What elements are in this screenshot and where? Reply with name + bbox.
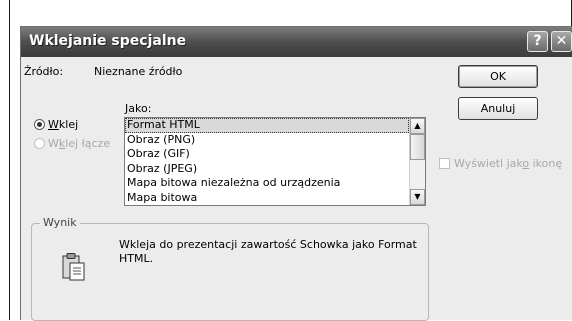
close-button[interactable]: ✕ (551, 31, 572, 52)
format-list-item[interactable]: Format HTML (125, 118, 409, 133)
result-legend: Wynik (40, 216, 80, 229)
result-group: Wynik Wkleja do prezentacji zawartość Sc… (31, 216, 429, 321)
cancel-button[interactable]: Anuluj (458, 97, 538, 120)
scroll-thumb[interactable] (410, 134, 425, 160)
scroll-up-icon[interactable]: ▲ (410, 118, 425, 134)
display-as-icon-label-rest: ikonę (529, 157, 563, 170)
paste-link-radio-button[interactable] (34, 138, 45, 149)
format-list-item[interactable]: Mapa bitowa niezależna od urządzenia (125, 176, 409, 191)
format-list-scrollbar[interactable]: ▲ ▼ (409, 118, 425, 205)
display-as-icon-label-pre: Wyświetl jak (454, 157, 523, 170)
format-listbox[interactable]: Format HTML Obraz (PNG) Obraz (GIF) Obra… (124, 117, 426, 206)
ok-button[interactable]: OK (458, 65, 538, 88)
as-label: Jako: (125, 102, 151, 115)
paste-radio-accelerator: W (48, 118, 59, 131)
paste-link-radio[interactable]: Wklej łącze (34, 137, 110, 150)
background-frame-left (9, 0, 10, 320)
help-button[interactable]: ? (527, 31, 548, 52)
as-label-rest: ako: (128, 102, 152, 115)
format-list-item[interactable]: Obraz (GIF) (125, 147, 409, 162)
result-description: Wkleja do prezentacji zawartość Schowka … (119, 238, 417, 265)
display-as-icon-checkbox[interactable]: Wyświetl jako ikonę (439, 157, 562, 170)
format-list: Format HTML Obraz (PNG) Obraz (GIF) Obra… (125, 118, 409, 205)
paste-radio-button[interactable] (34, 119, 45, 130)
source-label: Źródło: (24, 65, 64, 78)
title-bar[interactable]: Wklejanie specjalne ? ✕ (21, 27, 572, 57)
format-list-item[interactable]: Obraz (JPEG) (125, 162, 409, 177)
format-list-item[interactable]: Obraz (PNG) (125, 133, 409, 148)
paste-link-label-pre: W (48, 137, 59, 150)
paste-radio-label: klej (58, 118, 79, 131)
paste-radio[interactable]: Wklej (34, 118, 78, 131)
paste-link-label-rest: lej łącze (65, 137, 111, 150)
source-value: Nieznane źródło (94, 65, 183, 78)
dialog-title: Wklejanie specjalne (29, 33, 187, 49)
clipboard-icon (62, 253, 85, 281)
paste-special-dialog: Wklejanie specjalne ? ✕ Źródło: Nieznane… (20, 26, 572, 321)
format-list-item[interactable]: Mapa bitowa (125, 191, 409, 206)
scroll-down-icon[interactable]: ▼ (410, 189, 425, 205)
display-as-icon-box[interactable] (439, 158, 450, 169)
